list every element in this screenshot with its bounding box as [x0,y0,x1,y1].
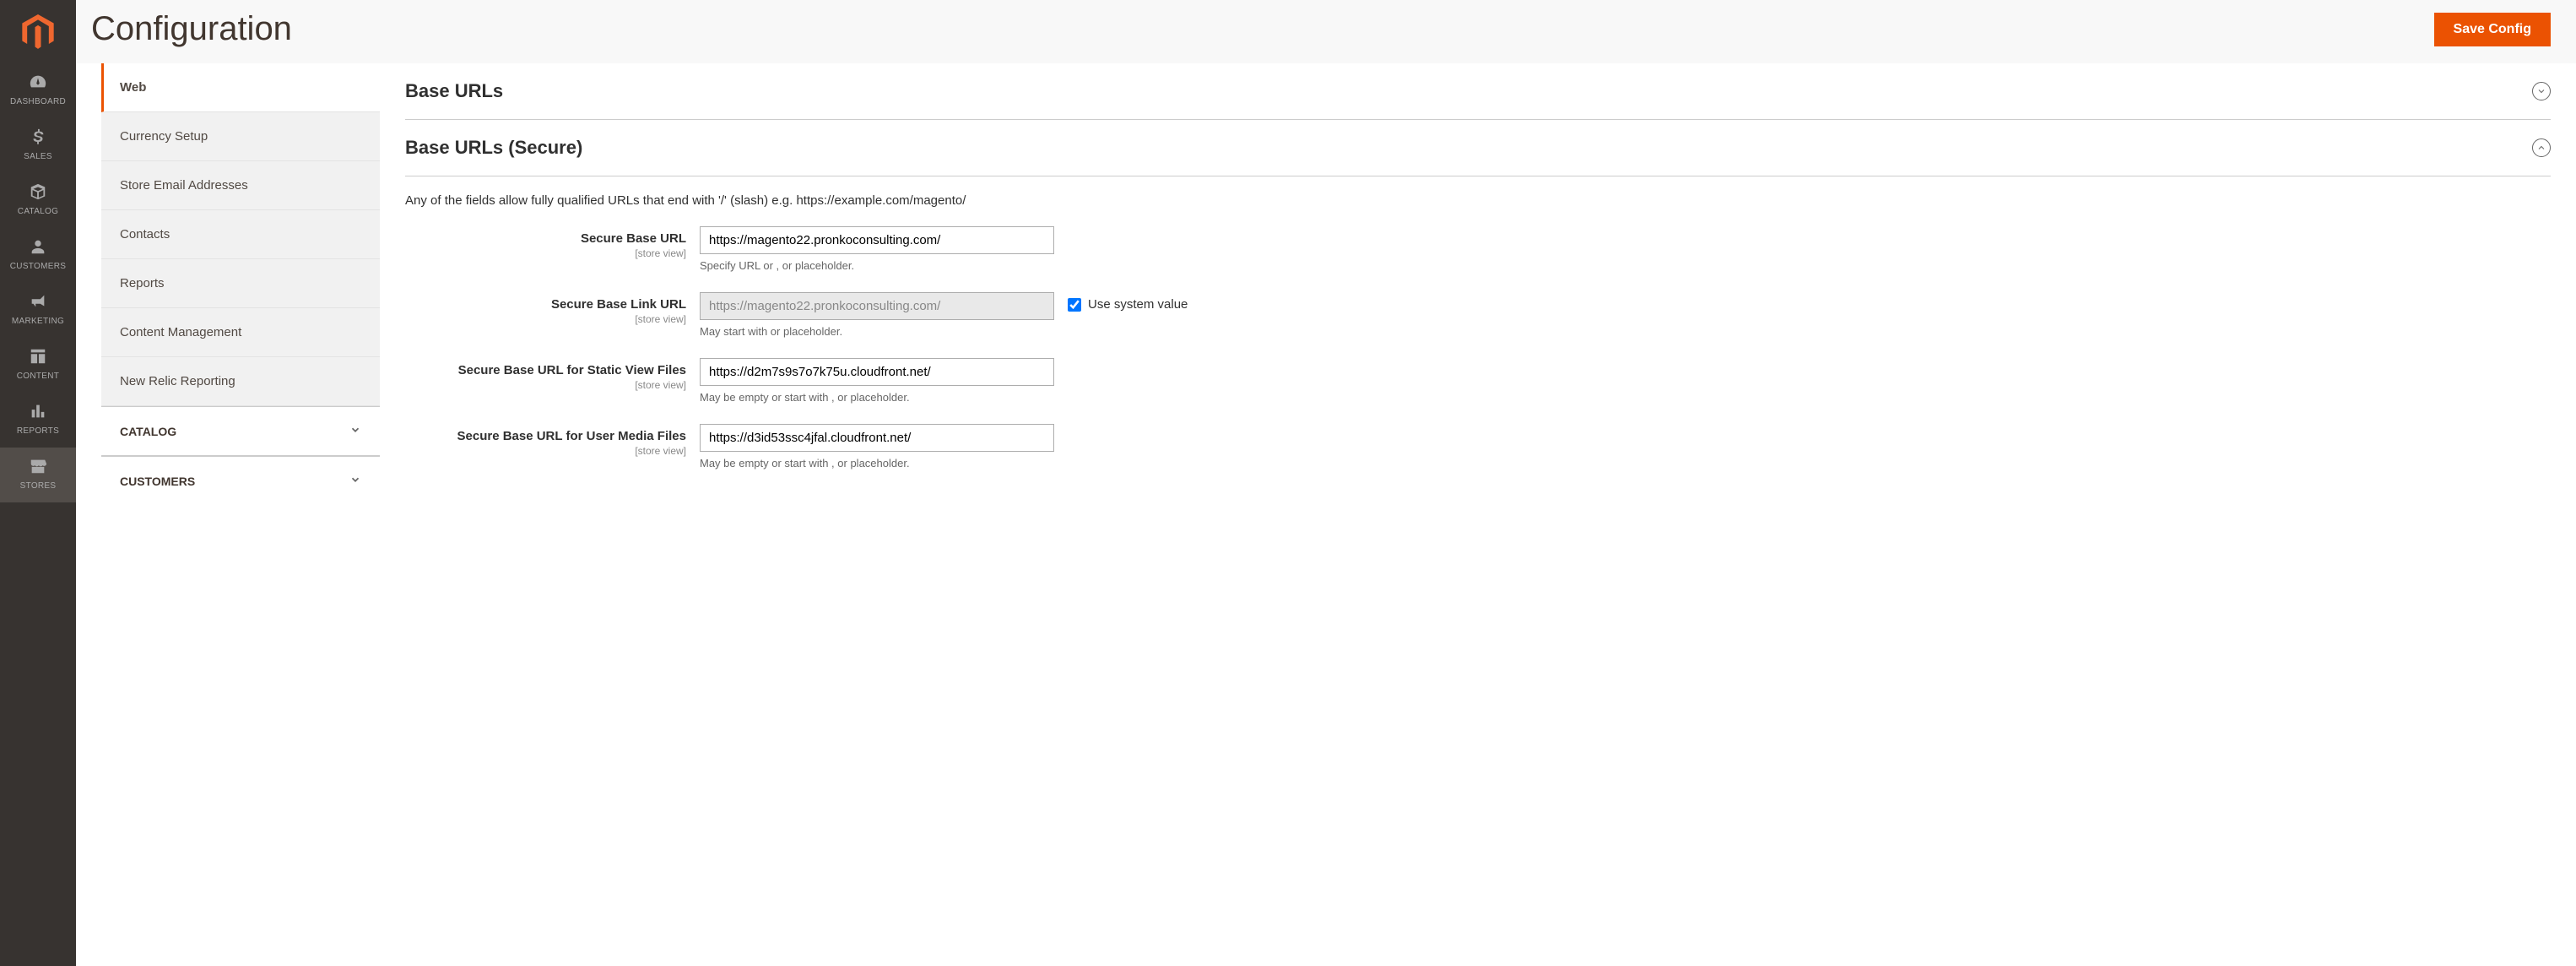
field-label: Secure Base Link URL [551,297,686,312]
section-description: Any of the fields allow fully qualified … [405,176,2551,216]
field-hint: Specify URL or , or placeholder. [700,259,1054,272]
group-label: CATALOG [120,425,176,438]
sidebar-tab-currency[interactable]: Currency Setup [101,112,380,161]
box-icon [28,182,48,202]
nav-label: CUSTOMERS [10,262,66,271]
nav-label: MARKETING [12,317,64,326]
person-icon [28,236,48,257]
nav-label: STORES [20,481,57,491]
nav-label: DASHBOARD [10,97,66,106]
nav-dashboard[interactable]: DASHBOARD [0,63,76,118]
field-label: Secure Base URL [581,231,686,246]
field-scope: [store view] [405,313,686,325]
magento-logo[interactable] [0,0,76,63]
section-title: Base URLs [405,80,503,102]
store-icon [28,456,48,476]
nav-label: CONTENT [17,372,59,381]
layout-icon [28,346,48,366]
nav-label: SALES [24,152,52,161]
expand-icon[interactable] [2532,82,2551,100]
sidebar-tab-contacts[interactable]: Contacts [101,210,380,259]
config-content: Base URLs Base URLs (Secure) Any of the … [380,63,2576,510]
sidebar-tab-web[interactable]: Web [101,63,380,112]
field-secure-base-url: Secure Base URL [store view] Specify URL… [405,216,2551,282]
nav-reports[interactable]: REPORTS [0,393,76,448]
admin-nav: DASHBOARD SALES CATALOG CUSTOMERS MARKET… [0,0,76,966]
secure-base-link-url-input [700,292,1054,320]
use-system-value: Use system value [1068,292,1188,312]
megaphone-icon [28,291,48,312]
field-secure-base-link-url: Secure Base Link URL [store view] May st… [405,282,2551,348]
section-title: Base URLs (Secure) [405,137,582,159]
sidebar-tab-new-relic[interactable]: New Relic Reporting [101,357,380,406]
sidebar-tab-reports[interactable]: Reports [101,259,380,308]
sidebar-tab-store-email[interactable]: Store Email Addresses [101,161,380,210]
bar-chart-icon [28,401,48,421]
use-system-checkbox[interactable] [1068,298,1081,312]
nav-content[interactable]: CONTENT [0,338,76,393]
secure-base-url-input[interactable] [700,226,1054,254]
nav-stores[interactable]: STORES [0,448,76,502]
page-header: Configuration Save Config [76,0,2576,63]
field-scope: [store view] [405,379,686,391]
nav-label: CATALOG [18,207,58,216]
nav-customers[interactable]: CUSTOMERS [0,228,76,283]
sidebar-group-catalog[interactable]: CATALOG [101,406,380,456]
field-hint: May be empty or start with , or placehol… [700,457,1054,469]
secure-base-media-url-input[interactable] [700,424,1054,452]
field-hint: May be empty or start with , or placehol… [700,391,1054,404]
gauge-icon [28,72,48,92]
field-hint: May start with or placeholder. [700,325,1054,338]
use-system-label: Use system value [1088,297,1188,312]
chevron-down-icon [349,424,361,438]
save-config-button[interactable]: Save Config [2434,13,2551,46]
section-base-urls-secure[interactable]: Base URLs (Secure) [405,120,2551,176]
chevron-down-icon [349,474,361,488]
field-secure-base-static-url: Secure Base URL for Static View Files [s… [405,348,2551,414]
collapse-icon[interactable] [2532,138,2551,157]
nav-label: REPORTS [17,426,59,436]
dollar-icon [28,127,48,147]
field-label: Secure Base URL for User Media Files [457,429,687,443]
nav-catalog[interactable]: CATALOG [0,173,76,228]
field-scope: [store view] [405,247,686,259]
sidebar-tab-content-mgmt[interactable]: Content Management [101,308,380,357]
page-title: Configuration [91,10,292,48]
config-sidebar: Web Currency Setup Store Email Addresses… [101,63,380,510]
field-label: Secure Base URL for Static View Files [458,363,686,377]
nav-marketing[interactable]: MARKETING [0,283,76,338]
field-scope: [store view] [405,445,686,457]
field-secure-base-media-url: Secure Base URL for User Media Files [st… [405,414,2551,480]
secure-base-static-url-input[interactable] [700,358,1054,386]
nav-sales[interactable]: SALES [0,118,76,173]
group-label: CUSTOMERS [120,475,195,488]
section-base-urls[interactable]: Base URLs [405,63,2551,120]
sidebar-group-customers[interactable]: CUSTOMERS [101,456,380,510]
